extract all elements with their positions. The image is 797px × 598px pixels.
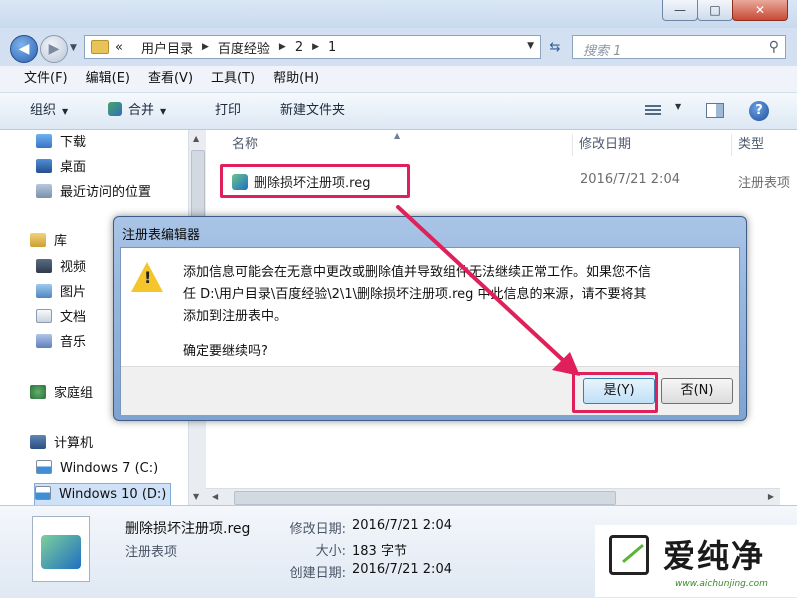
drive-icon	[36, 460, 52, 474]
menu-view[interactable]: 查看(V)	[139, 68, 202, 90]
nav-item-documents[interactable]: 文档	[36, 307, 86, 329]
scroll-up-icon[interactable]: ▲	[193, 134, 199, 143]
merge-icon	[108, 102, 122, 116]
computer-icon	[30, 435, 46, 449]
nav-item-computer[interactable]: 计算机	[30, 433, 93, 455]
menu-file[interactable]: 文件(F)	[15, 68, 77, 90]
menu-bar: 文件(F) 编辑(E) 查看(V) 工具(T) 帮助(H)	[0, 66, 797, 93]
close-button[interactable]: ✕	[732, 0, 788, 21]
command-bar: 组织 ▼ 合并 ▼ 打印 新建文件夹 ▼ ?	[0, 93, 797, 130]
watermark-text: 爱纯净	[663, 537, 766, 575]
view-dropdown-icon[interactable]: ▼	[675, 102, 681, 111]
new-folder-button[interactable]: 新建文件夹	[280, 93, 345, 129]
nav-item-homegroup[interactable]: 家庭组	[30, 383, 93, 405]
maximize-button[interactable]: □	[697, 0, 733, 21]
search-input[interactable]: 搜索 1 ⚲	[572, 35, 786, 59]
breadcrumb-prefix: «	[115, 39, 123, 55]
column-header-type[interactable]: 类型	[738, 130, 764, 160]
details-size-label: 大小:	[315, 544, 346, 559]
watermark-url: www.aichunjing.com	[675, 579, 768, 589]
watermark: 爱纯净 www.aichunjing.com	[595, 525, 797, 597]
warning-mark: !	[144, 268, 152, 287]
music-icon	[36, 334, 52, 348]
highlight-box-file	[220, 164, 410, 198]
downloads-icon	[36, 134, 52, 148]
dialog-question: 确定要继续吗?	[183, 344, 268, 359]
sort-caret-icon: ▲	[394, 131, 401, 140]
column-divider[interactable]	[731, 134, 732, 156]
column-divider[interactable]	[572, 134, 573, 156]
merge-button[interactable]: 合并 ▼	[108, 93, 166, 129]
menu-help[interactable]: 帮助(H)	[264, 68, 328, 90]
desktop-icon	[36, 159, 52, 173]
print-button[interactable]: 打印	[215, 93, 241, 129]
recent-places-icon	[36, 184, 52, 198]
details-created-value: 2016/7/21 2:04	[352, 562, 452, 577]
details-created-label: 创建日期:	[289, 566, 346, 581]
horizontal-scrollbar[interactable]: ◀ ▶	[206, 488, 780, 506]
breadcrumb-item[interactable]: 用户目录 ▶	[141, 36, 218, 58]
preview-pane-icon[interactable]	[706, 103, 724, 118]
menu-edit[interactable]: 编辑(E)	[77, 68, 139, 90]
nav-item-drive-c[interactable]: Windows 7 (C:)	[36, 458, 158, 480]
scroll-down-icon[interactable]: ▼	[193, 492, 199, 501]
details-file-type: 注册表项	[125, 545, 178, 560]
registry-file-large-icon	[32, 516, 90, 582]
nav-item-videos[interactable]: 视频	[36, 257, 86, 279]
minimize-button[interactable]: —	[662, 0, 698, 21]
h-scroll-thumb[interactable]	[234, 491, 616, 505]
address-dropdown-icon[interactable]: ▼	[527, 41, 534, 51]
no-button[interactable]: 否(N)	[661, 378, 733, 404]
folder-icon	[91, 40, 109, 54]
nav-item-downloads[interactable]: 下载	[36, 132, 86, 154]
search-icon[interactable]: ⚲	[769, 39, 779, 55]
history-dropdown-icon[interactable]: ▼	[70, 43, 77, 53]
details-date-label: 修改日期:	[289, 522, 346, 537]
forward-button[interactable]: ▶	[40, 35, 68, 63]
back-button[interactable]: ◀	[10, 35, 38, 63]
column-header-name[interactable]: 名称	[232, 130, 258, 160]
highlight-box-yes	[572, 372, 658, 413]
file-type-cell: 注册表项	[738, 176, 791, 191]
nav-item-pictures[interactable]: 图片	[36, 282, 86, 304]
documents-icon	[36, 309, 52, 323]
menu-tools[interactable]: 工具(T)	[202, 68, 264, 90]
column-header-date[interactable]: 修改日期	[579, 130, 631, 160]
view-options-icon[interactable]	[645, 105, 661, 117]
explorer-window: — □ ✕ ◀ ▶ ▼ « 用户目录 ▶ 百度经验 ▶ 2 ▶ 1 ▼ ⇆ 搜索 1 …	[0, 0, 797, 598]
dialog-message: 添加信息可能会在无意中更改或删除值并导致组件无法继续正常工作。如果您不信 任 D…	[183, 265, 652, 324]
drive-icon	[35, 486, 51, 500]
scroll-right-icon[interactable]: ▶	[768, 492, 774, 501]
homegroup-icon	[30, 385, 46, 399]
scroll-left-icon[interactable]: ◀	[212, 492, 218, 501]
help-icon[interactable]: ?	[749, 101, 769, 121]
library-icon	[30, 233, 46, 247]
file-date-cell: 2016/7/21 2:04	[580, 172, 680, 187]
search-placeholder: 搜索 1	[583, 44, 622, 59]
breadcrumb-item[interactable]: 2 ▶	[295, 36, 328, 58]
details-size-value: 183 字节	[352, 544, 407, 559]
videos-icon	[36, 259, 52, 273]
organize-button[interactable]: 组织 ▼	[30, 93, 68, 129]
refresh-icon[interactable]: ⇆	[544, 36, 566, 58]
pictures-icon	[36, 284, 52, 298]
nav-item-recent[interactable]: 最近访问的位置	[36, 182, 151, 204]
nav-item-drive-d[interactable]: Windows 10 (D:)	[34, 483, 172, 507]
nav-item-music[interactable]: 音乐	[36, 332, 86, 354]
nav-item-desktop[interactable]: 桌面	[36, 157, 86, 179]
dialog-title: 注册表编辑器	[122, 228, 201, 243]
details-file-name: 删除损坏注册项.reg	[125, 521, 251, 537]
details-date-value: 2016/7/21 2:04	[352, 518, 452, 533]
nav-item-libraries[interactable]: 库	[30, 231, 67, 253]
address-bar[interactable]: « 用户目录 ▶ 百度经验 ▶ 2 ▶ 1 ▼	[84, 35, 541, 59]
title-bar: — □ ✕	[0, 0, 797, 28]
watermark-logo-icon	[609, 535, 649, 575]
breadcrumb-item[interactable]: 百度经验 ▶	[218, 36, 295, 58]
breadcrumb-item[interactable]: 1	[328, 36, 336, 58]
